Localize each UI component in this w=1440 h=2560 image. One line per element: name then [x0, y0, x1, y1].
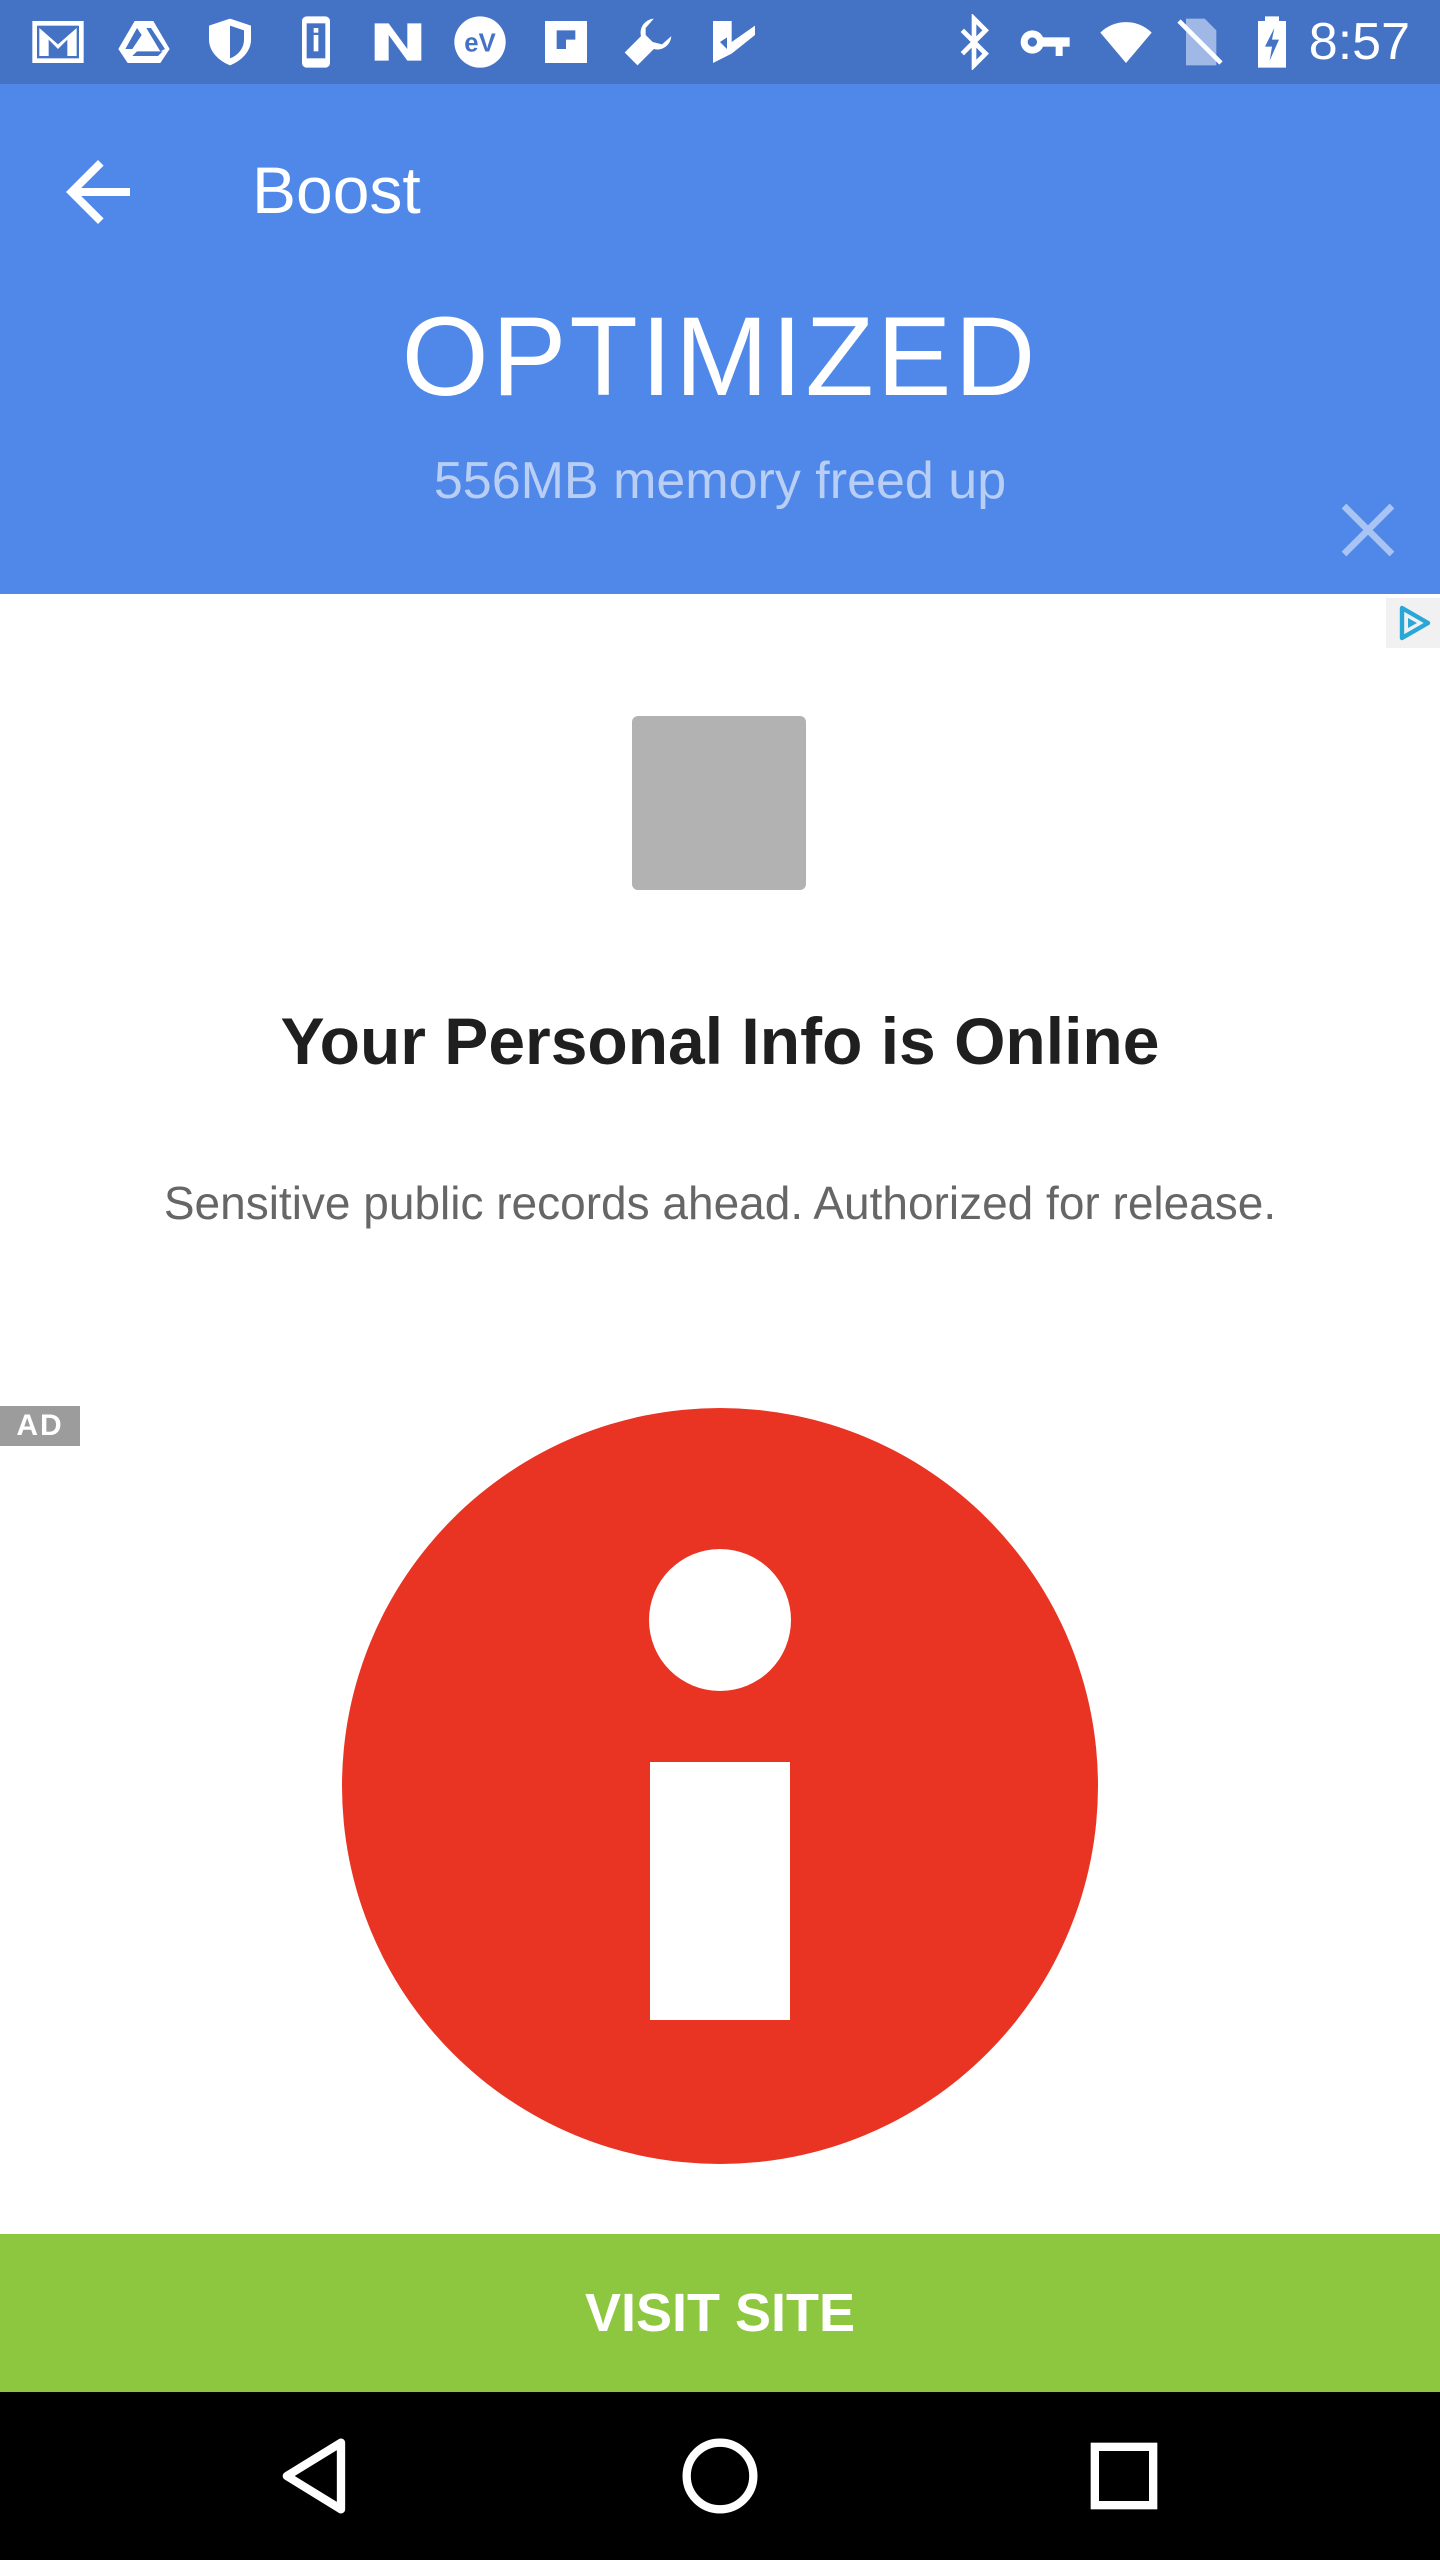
adchoices-button[interactable]	[1386, 598, 1440, 648]
result-title: OPTIMIZED	[401, 294, 1039, 419]
gmail-icon	[32, 21, 84, 63]
status-time: 8:57	[1308, 13, 1410, 71]
arrow-back-icon	[66, 160, 130, 224]
ad-headline[interactable]: Your Personal Info is Online	[0, 996, 1440, 1086]
close-icon	[1341, 503, 1395, 557]
status-bar: eV 8:57	[0, 0, 1440, 84]
checkmark-app-icon	[713, 21, 755, 63]
nav-back-button[interactable]	[266, 2426, 366, 2526]
back-triangle-icon	[282, 2438, 346, 2514]
nav-recents-button[interactable]	[1074, 2426, 1174, 2526]
phone-info-icon	[302, 16, 330, 68]
recents-square-icon	[1090, 2442, 1158, 2510]
wifi-icon	[1100, 22, 1152, 63]
ad-badge: AD	[0, 1406, 80, 1446]
wrench-icon	[624, 18, 672, 66]
navigation-bar	[0, 2392, 1440, 2560]
nav-n-icon	[374, 23, 422, 61]
bluetooth-icon	[960, 14, 989, 70]
shield-icon	[209, 18, 251, 66]
flipboard-icon	[545, 21, 587, 63]
ad-body-text: Sensitive public records ahead. Authoriz…	[163, 1177, 1277, 1229]
ad-graphic[interactable]	[340, 1406, 1100, 2166]
home-circle-icon	[682, 2438, 758, 2514]
adchoices-icon	[1399, 605, 1431, 641]
drive-icon	[118, 21, 170, 63]
close-button[interactable]	[1332, 494, 1404, 566]
ad-image-placeholder	[632, 716, 806, 890]
result-subtitle: 556MB memory freed up	[433, 452, 1007, 510]
vpn-key-icon	[1020, 30, 1070, 56]
ev-icon: eV	[454, 16, 506, 68]
page-title: Boost	[252, 153, 421, 227]
battery-charging-icon	[1258, 16, 1286, 68]
app-bar: Boost OPTIMIZED 556MB memory freed up	[0, 84, 1440, 594]
visit-site-button[interactable]: VISIT SITE	[0, 2234, 1440, 2392]
no-sim-icon	[1177, 18, 1223, 66]
svg-text:eV: eV	[464, 29, 495, 57]
nav-home-button[interactable]	[670, 2426, 770, 2526]
back-button[interactable]	[50, 144, 146, 240]
info-icon	[342, 1408, 1098, 2164]
